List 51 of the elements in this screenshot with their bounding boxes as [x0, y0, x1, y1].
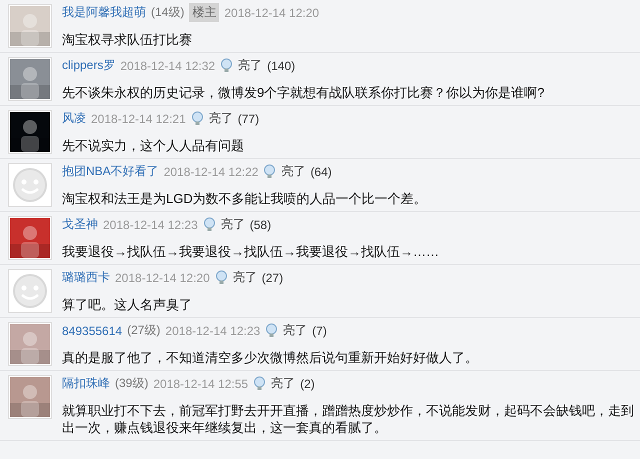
like-label[interactable]: 亮了 [220, 216, 245, 233]
user-name[interactable]: 风凌 [62, 110, 86, 127]
like-label[interactable]: 亮了 [208, 110, 233, 127]
user-level: (39级) [115, 375, 148, 392]
light-bulb-icon[interactable] [265, 323, 278, 338]
user-name[interactable]: 戈圣神 [62, 216, 98, 233]
comment-text: 就算职业打不下去，前冠军打野去开开直播，蹭蹭热度炒炒作，不说能发财，起码不会缺钱吧，走到出一次，赚点钱退役来年继续复出，这一套真的看腻了。 [62, 402, 635, 436]
like-count: (27) [262, 270, 284, 284]
like-label[interactable]: 亮了 [238, 57, 262, 74]
post-time: 2018-12-14 12:55 [153, 376, 248, 390]
post-time: 2018-12-14 12:32 [120, 58, 216, 72]
light-bulb-icon[interactable] [220, 58, 234, 73]
post-time: 2018-12-14 12:23 [165, 324, 260, 338]
post-time: 2018-12-14 12:21 [91, 112, 186, 126]
comment-text: 淘宝权和法王是为LGD为数不多能让我喷的人品一个比一个差。 [62, 190, 428, 207]
like-count: (64) [310, 164, 332, 178]
user-name[interactable]: 849355614 [62, 324, 122, 338]
user-level: (14级) [151, 4, 184, 21]
like-label[interactable]: 亮了 [271, 375, 296, 392]
post-time: 2018-12-14 12:20 [115, 270, 210, 284]
like-count: (140) [267, 58, 296, 72]
comment-text: 我要退役→找队伍→我要退役→找队伍→我要退役→找队伍→…… [62, 243, 440, 260]
post-time: 2018-12-14 12:20 [224, 6, 320, 20]
default-avatar-icon [10, 271, 50, 311]
user-name[interactable]: 隔扣珠峰 [62, 375, 110, 392]
user-name[interactable]: 抱团NBA不好看了 [62, 163, 159, 180]
like-label[interactable]: 亮了 [232, 269, 257, 286]
author-badge: 楼主 [189, 3, 220, 22]
user-name[interactable]: clippers罗 [62, 57, 116, 74]
comment-text: 算了吧。这人名声臭了 [62, 296, 193, 313]
comment-text: 先不说实力，这个人人品有问题 [62, 137, 245, 154]
like-count: (58) [250, 218, 272, 232]
user-level: (27级) [127, 322, 160, 339]
comment-text: 淘宝权寻求队伍打比赛 [62, 31, 193, 48]
like-count: (7) [312, 324, 327, 338]
like-label[interactable]: 亮了 [283, 322, 308, 339]
light-bulb-icon[interactable] [253, 376, 266, 391]
like-count: (2) [300, 376, 315, 390]
comment-text: 先不谈朱永权的历史记录，微博发9个字就想有战队联系你打比赛？你以为你是谁啊? [62, 84, 546, 101]
like-label[interactable]: 亮了 [281, 163, 306, 180]
comment-text: 真的是服了他了，不知道清空多少次微博然后说句重新开始好好做人了。 [62, 349, 479, 366]
post-time: 2018-12-14 12:22 [164, 164, 258, 178]
light-bulb-icon[interactable] [214, 270, 228, 285]
like-count: (77) [238, 112, 260, 126]
light-bulb-icon[interactable] [263, 164, 276, 179]
user-name[interactable]: 我是阿馨我超萌 [62, 4, 146, 21]
light-bulb-icon[interactable] [190, 111, 204, 126]
default-avatar-icon [10, 165, 50, 205]
post-time: 2018-12-14 12:23 [103, 218, 198, 232]
user-name[interactable]: 璐璐西卡 [62, 269, 110, 286]
light-bulb-icon[interactable] [202, 217, 216, 232]
